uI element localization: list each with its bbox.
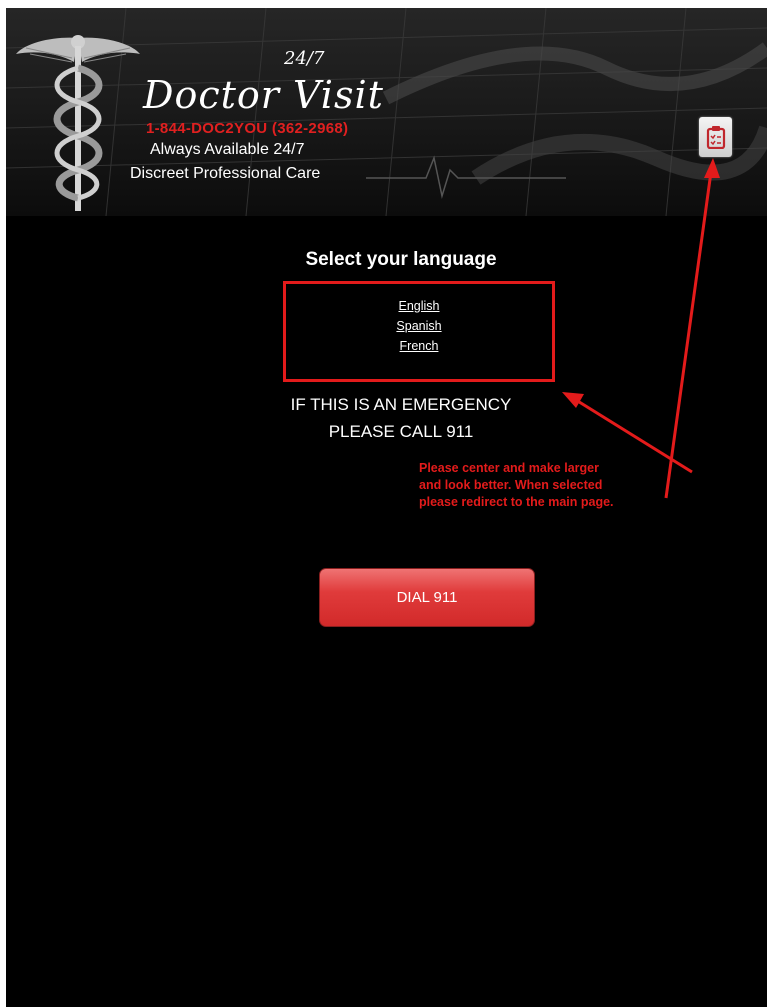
header-banner: 24/7 Doctor Visit 1-844-DOC2YOU (362-296… (6, 8, 767, 216)
tagline-availability: Always Available 24/7 (150, 141, 305, 158)
annotation-line-2: and look better. When selected (419, 478, 603, 492)
emergency-line-2: PLEASE CALL 911 (328, 422, 474, 441)
language-link-spanish[interactable]: Spanish (283, 316, 555, 336)
dial-911-button[interactable]: DIAL 911 (319, 568, 535, 627)
phone-number: 1-844-DOC2YOU (362-2968) (146, 120, 349, 137)
language-link-english[interactable]: English (283, 296, 555, 316)
emergency-notice: IF THIS IS AN EMERGENCY PLEASE CALL 911 (256, 391, 546, 445)
logo-title: Doctor Visit (143, 73, 384, 117)
language-heading: Select your language (305, 249, 497, 270)
clipboard-icon (706, 126, 725, 149)
language-list: English Spanish French (283, 296, 555, 356)
clipboard-button[interactable] (699, 117, 732, 157)
caduceus-icon (16, 35, 140, 211)
tagline-care: Discreet Professional Care (130, 165, 321, 182)
review-annotation: Please center and make larger and look b… (419, 460, 719, 511)
annotation-line-1: Please center and make larger (419, 461, 599, 475)
emergency-line-1: IF THIS IS AN EMERGENCY (290, 395, 512, 414)
language-link-french[interactable]: French (283, 336, 555, 356)
logo-badge: 24/7 (284, 48, 325, 69)
page-frame: 24/7 Doctor Visit 1-844-DOC2YOU (362-296… (6, 8, 767, 1007)
annotation-line-3: please redirect to the main page. (419, 495, 614, 509)
